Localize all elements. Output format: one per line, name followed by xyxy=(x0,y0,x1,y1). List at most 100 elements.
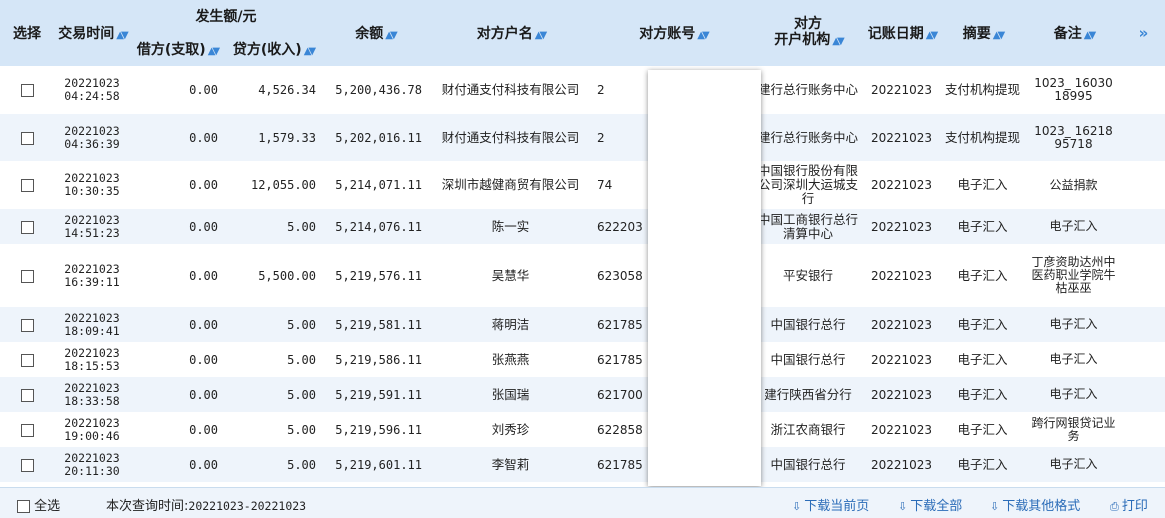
row-select-cell[interactable] xyxy=(0,114,54,161)
col-summary[interactable]: 摘要 ▲▼ xyxy=(940,0,1025,66)
col-debit[interactable]: 借方(支取) ▲▼ xyxy=(130,32,224,66)
summary: 电子汇入 xyxy=(940,447,1025,482)
row-select-cell[interactable] xyxy=(0,412,54,447)
sort-icon[interactable]: ▲▼ xyxy=(926,30,939,41)
remark: 电子汇入 xyxy=(1025,447,1122,482)
table-row: 20221023 16:39:11 0.00 5,500.00 5,219,576.11… xyxy=(0,244,1165,307)
download-other-formats-link[interactable]: ⇩ 下载其他格式 xyxy=(990,495,1080,514)
col-remark[interactable]: 备注 ▲▼ xyxy=(1025,0,1122,66)
post-date: 20221023 xyxy=(863,412,940,447)
credit-amount: 5.00 xyxy=(224,342,322,377)
balance-amount: 5,214,071.11 xyxy=(322,161,428,209)
summary: 支付机构提现 xyxy=(940,114,1025,161)
credit-amount: 1,579.33 xyxy=(224,114,322,161)
col-time[interactable]: 交易时间 ▲▼ xyxy=(54,0,130,66)
print-link[interactable]: ⎙ 打印 xyxy=(1110,495,1148,514)
row-spacer xyxy=(1122,377,1165,412)
row-spacer xyxy=(1122,307,1165,342)
sort-icon[interactable]: ▲▼ xyxy=(304,46,317,57)
debit-amount: 0.00 xyxy=(130,377,224,412)
select-all-checkbox[interactable] xyxy=(17,500,30,513)
row-select-cell[interactable] xyxy=(0,244,54,307)
table-row: 20221023 18:33:58 0.00 5.00 5,219,591.11 张国瑞 6… xyxy=(0,377,1165,412)
row-select-cell[interactable] xyxy=(0,161,54,209)
transaction-time: 20221023 18:15:53 xyxy=(54,342,130,377)
row-checkbox[interactable] xyxy=(20,269,34,283)
col-party-account[interactable]: 对方账号 ▲▼ xyxy=(593,0,753,66)
party-bank: 建行总行账务中心 xyxy=(753,66,863,114)
summary: 电子汇入 xyxy=(940,307,1025,342)
transaction-time: 20221023 14:51:23 xyxy=(54,209,130,244)
post-date: 20221023 xyxy=(863,377,940,412)
balance-amount: 5,202,016.11 xyxy=(322,114,428,161)
next-columns-icon[interactable]: » xyxy=(1122,0,1165,66)
sort-icon[interactable]: ▲▼ xyxy=(697,30,710,41)
party-bank: 中国银行总行 xyxy=(753,447,863,482)
remark: 1023_ 16030 18995 xyxy=(1025,66,1122,114)
col-party-bank[interactable]: 对方 开户机构 ▲▼ xyxy=(753,0,863,66)
credit-amount: 12,055.00 xyxy=(224,161,322,209)
balance-amount: 5,219,601.11 xyxy=(322,447,428,482)
sort-icon[interactable]: ▲▼ xyxy=(832,36,845,47)
party-name: 李智莉 xyxy=(428,447,593,482)
summary: 电子汇入 xyxy=(940,244,1025,307)
debit-amount: 0.00 xyxy=(130,447,224,482)
party-name: 吴慧华 xyxy=(428,244,593,307)
select-all-control[interactable]: 全选 xyxy=(17,495,60,514)
row-select-cell[interactable] xyxy=(0,66,54,114)
summary: 电子汇入 xyxy=(940,377,1025,412)
post-date: 20221023 xyxy=(863,114,940,161)
post-date: 20221023 xyxy=(863,66,940,114)
sort-icon[interactable]: ▲▼ xyxy=(208,46,221,57)
col-balance[interactable]: 余额 ▲▼ xyxy=(322,0,428,66)
col-party-name[interactable]: 对方户名 ▲▼ xyxy=(428,0,593,66)
table-footer: 全选 本次查询时间:20221023-20221023 ⇩ 下载当前页 ⇩ 下载全部… xyxy=(0,487,1165,518)
row-select-cell[interactable] xyxy=(0,209,54,244)
row-checkbox[interactable] xyxy=(20,353,34,367)
table-row: 20221023 14:51:23 0.00 5.00 5,214,076.11 陈一实 6… xyxy=(0,209,1165,244)
row-select-cell[interactable] xyxy=(0,342,54,377)
sort-icon[interactable]: ▲▼ xyxy=(535,30,548,41)
remark: 电子汇入 xyxy=(1025,209,1122,244)
row-select-cell[interactable] xyxy=(0,307,54,342)
sort-icon[interactable]: ▲▼ xyxy=(385,30,398,41)
transaction-table: 选择 交易时间 ▲▼ 发生额/元 余额 ▲▼ 对方户名 ▲▼ 对方账号 ▲▼ 对方 开户机… xyxy=(0,0,1165,482)
row-spacer xyxy=(1122,342,1165,377)
row-checkbox[interactable] xyxy=(20,388,34,402)
remark: 跨行网银贷记业务 xyxy=(1025,412,1122,447)
transaction-time: 20221023 04:24:58 xyxy=(54,66,130,114)
row-checkbox[interactable] xyxy=(20,458,34,472)
col-credit[interactable]: 贷方(收入) ▲▼ xyxy=(224,32,322,66)
download-current-page-link[interactable]: ⇩ 下载当前页 xyxy=(792,495,869,514)
party-bank: 建行总行账务中心 xyxy=(753,114,863,161)
row-checkbox[interactable] xyxy=(20,131,34,145)
row-select-cell[interactable] xyxy=(0,377,54,412)
remark: 丁彦资助达州中医药职业学院牛枯巫巫 xyxy=(1025,244,1122,307)
credit-amount: 5.00 xyxy=(224,307,322,342)
debit-amount: 0.00 xyxy=(130,342,224,377)
sort-icon[interactable]: ▲▼ xyxy=(993,30,1006,41)
row-select-cell[interactable] xyxy=(0,447,54,482)
post-date: 20221023 xyxy=(863,307,940,342)
summary: 电子汇入 xyxy=(940,209,1025,244)
redaction-overlay xyxy=(648,70,761,486)
row-checkbox[interactable] xyxy=(20,179,34,192)
party-bank: 浙江农商银行 xyxy=(753,412,863,447)
row-checkbox[interactable] xyxy=(20,423,34,437)
debit-amount: 0.00 xyxy=(130,412,224,447)
transaction-time: 20221023 18:09:41 xyxy=(54,307,130,342)
download-all-link[interactable]: ⇩ 下载全部 xyxy=(898,495,962,514)
credit-amount: 5,500.00 xyxy=(224,244,322,307)
col-post-date[interactable]: 记账日期 ▲▼ xyxy=(863,0,940,66)
row-spacer xyxy=(1122,412,1165,447)
remark: 公益捐款 xyxy=(1025,161,1122,209)
debit-amount: 0.00 xyxy=(130,66,224,114)
credit-amount: 4,526.34 xyxy=(224,66,322,114)
col-amount-group: 发生额/元 xyxy=(130,0,322,32)
row-checkbox[interactable] xyxy=(20,84,34,97)
sort-icon[interactable]: ▲▼ xyxy=(1084,30,1097,41)
row-checkbox[interactable] xyxy=(20,318,34,332)
sort-icon[interactable]: ▲▼ xyxy=(116,30,129,41)
balance-amount: 5,214,076.11 xyxy=(322,209,428,244)
row-checkbox[interactable] xyxy=(20,220,34,234)
